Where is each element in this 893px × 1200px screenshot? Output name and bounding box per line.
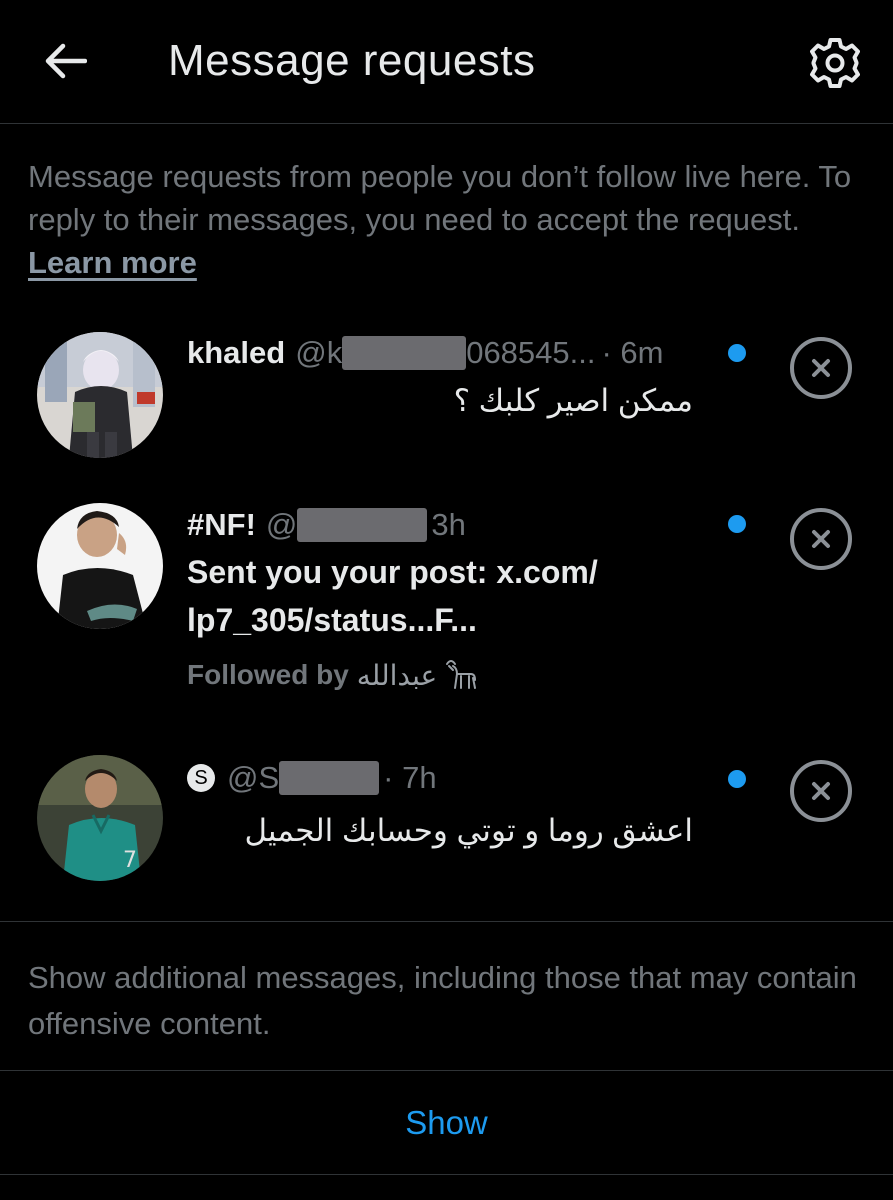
avatar[interactable] <box>37 332 163 458</box>
timestamp: · 7h <box>383 760 437 795</box>
unread-dot <box>728 344 746 362</box>
redaction-block <box>342 336 467 370</box>
message-preview: Sent you your post: x.com/ lp7_305/statu… <box>187 554 598 638</box>
timestamp: · 6m <box>601 335 664 370</box>
display-name: #NF! <box>187 507 256 542</box>
unread-dot <box>728 515 746 533</box>
header-bar: Message requests <box>0 0 893 124</box>
back-button[interactable] <box>40 38 90 84</box>
learn-more-link[interactable]: Learn more <box>28 245 197 280</box>
redaction-block <box>297 508 428 542</box>
request-header: #NF! @ 3h <box>187 507 466 543</box>
badge-s: S <box>187 764 215 792</box>
followed-by-name: عبدالله <box>356 659 438 691</box>
handle: @S <box>227 760 280 795</box>
show-button[interactable]: Show <box>0 1072 893 1174</box>
close-icon <box>812 359 830 377</box>
handle-end: 068545... <box>466 335 596 370</box>
intro-text: Message requests from people you don’t f… <box>28 155 868 284</box>
unread-dot <box>728 770 746 788</box>
display-name: khaled <box>187 335 286 370</box>
request-header: S @S · 7h <box>187 760 437 796</box>
dismiss-button[interactable] <box>790 508 852 570</box>
goat-icon <box>446 660 477 689</box>
additional-messages-text: Show additional messages, including thos… <box>28 960 857 1041</box>
page-title: Message requests <box>168 36 536 85</box>
gear-icon <box>810 38 860 88</box>
message-preview: اعشق روما و توتي وحسابك الجميل <box>244 813 693 848</box>
svg-text:7: 7 <box>123 848 137 873</box>
followed-by-label: Followed by <box>187 659 349 690</box>
message-preview: ممكن اصير كلبك ؟ <box>453 383 693 418</box>
timestamp: 3h <box>431 507 466 542</box>
close-icon <box>812 530 830 548</box>
dismiss-button[interactable] <box>790 337 852 399</box>
close-icon <box>812 782 830 800</box>
arrow-left-icon <box>45 43 87 79</box>
redaction-block <box>279 761 380 795</box>
handle: @k <box>295 335 343 370</box>
handle: @ <box>265 507 298 542</box>
divider <box>0 921 893 922</box>
intro-body: Message requests from people you don’t f… <box>28 159 852 237</box>
request-header: khaled @k 068545... · 6m <box>187 335 664 371</box>
divider <box>0 1070 893 1071</box>
settings-button[interactable] <box>806 34 864 92</box>
divider <box>0 1174 893 1175</box>
dismiss-button[interactable] <box>790 760 852 822</box>
avatar[interactable]: 7 <box>37 755 163 881</box>
avatar[interactable] <box>37 503 163 629</box>
followed-by: Followed by عبدالله <box>187 658 479 692</box>
